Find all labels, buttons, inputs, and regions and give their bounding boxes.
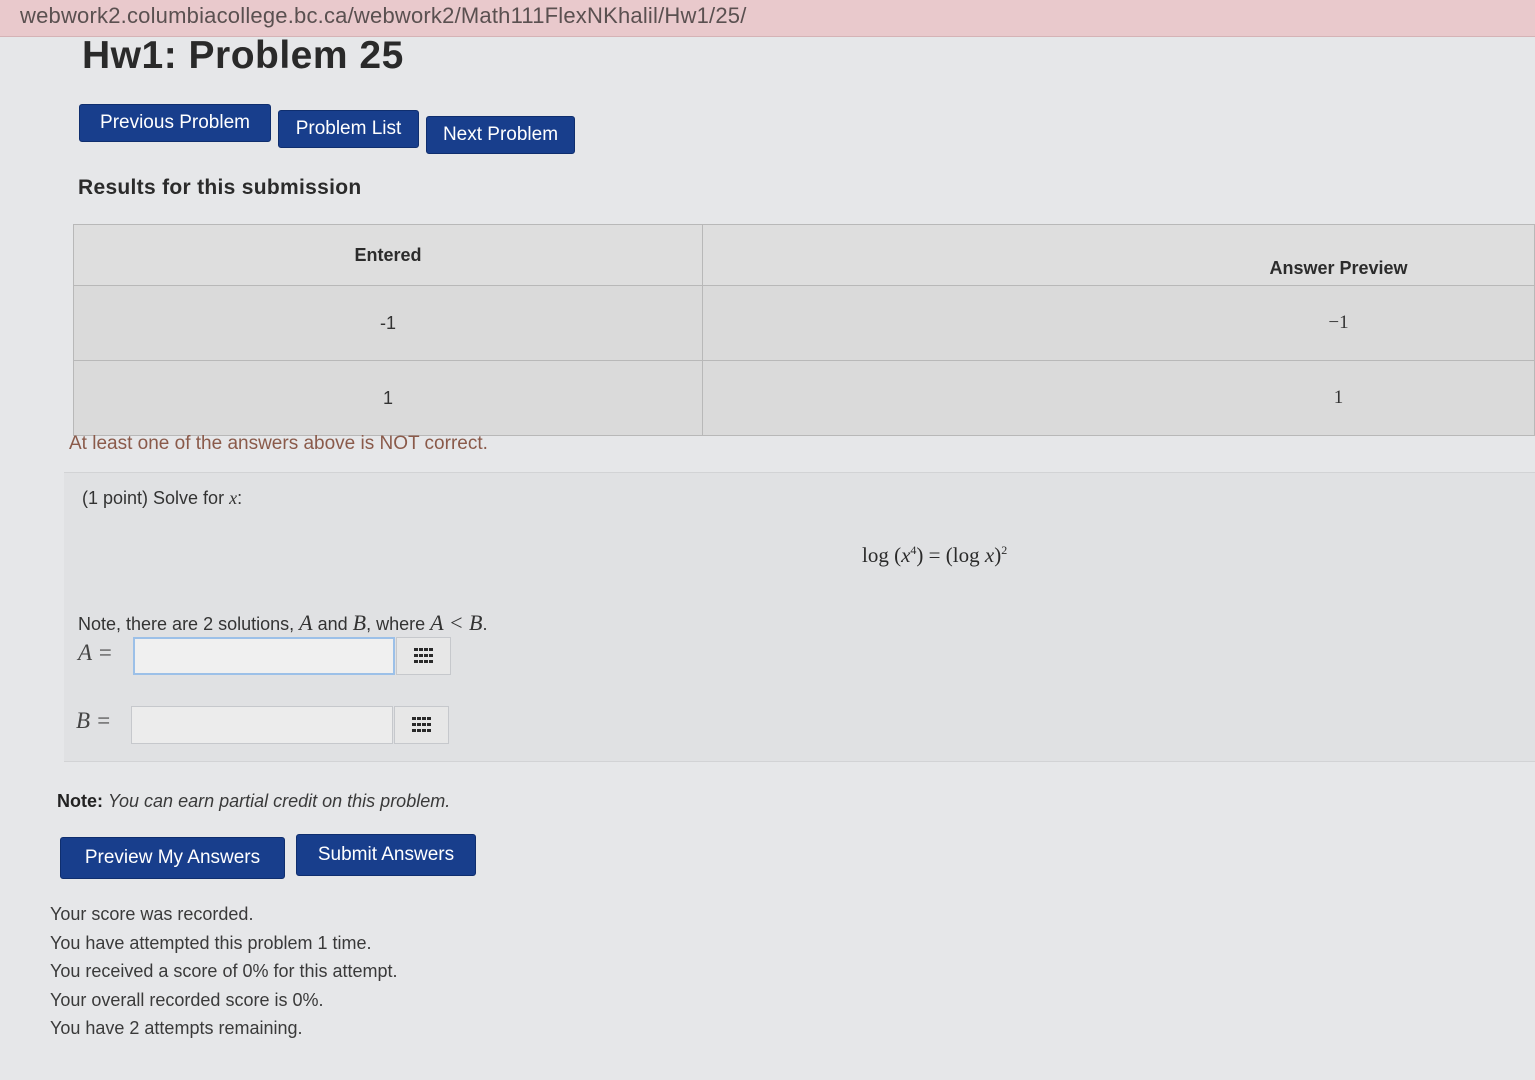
var-a: A	[299, 610, 313, 635]
and-text: and	[317, 614, 348, 634]
entered-cell: -1	[73, 285, 703, 361]
problem-intro-text: (1 point) Solve for	[82, 488, 225, 508]
problem-statement: (1 point) Solve for x:	[82, 488, 242, 509]
results-table: Entered Answer Preview -1 −1 1 1	[73, 224, 1535, 436]
preview-answers-button[interactable]: Preview My Answers	[60, 837, 285, 879]
lhs-exponent: 4	[910, 543, 917, 557]
problem-intro-suffix: :	[237, 488, 243, 508]
solutions-note: Note, there are 2 solutions, A and B, wh…	[78, 610, 488, 635]
rhs-exponent: 2	[1001, 543, 1008, 557]
answer-a-input[interactable]	[133, 637, 395, 675]
answer-a-label: A =	[78, 640, 113, 665]
grid-icon	[413, 648, 433, 663]
url-text[interactable]: webwork2.columbiacollege.bc.ca/webwork2/…	[20, 3, 747, 29]
rhs-arg: x	[984, 543, 995, 567]
preview-cell: −1	[702, 285, 1535, 361]
score-line: You received a score of 0% for this atte…	[50, 961, 398, 981]
result-feedback-message: At least one of the answers above is NOT…	[69, 433, 488, 454]
score-line: Your overall recorded score is 0%.	[50, 989, 324, 1010]
table-row: -1 −1	[73, 285, 1535, 361]
note-prefix: Note, there are 2 solutions,	[78, 614, 295, 634]
equation: log (x4) = (log x)2	[862, 543, 1008, 567]
partial-credit-note: Note: You can earn partial credit on thi…	[57, 791, 450, 812]
lhs-func: log	[862, 543, 889, 567]
rhs-func: log	[952, 543, 980, 567]
where-text: , where	[366, 614, 426, 634]
partial-credit-label: Note:	[57, 791, 103, 811]
entered-cell: 1	[73, 360, 703, 436]
partial-credit-text: You can earn partial credit on this prob…	[108, 791, 451, 811]
answer-b-label: B =	[76, 708, 112, 733]
table-row: 1 1	[73, 360, 1535, 436]
column-header-entered: Entered	[73, 224, 703, 286]
answer-b-input[interactable]	[131, 706, 393, 744]
problem-list-button[interactable]: Problem List	[278, 110, 419, 148]
relation: A < B	[430, 610, 483, 635]
grid-icon	[411, 717, 431, 732]
browser-address-bar[interactable]: webwork2.columbiacollege.bc.ca/webwork2/…	[0, 0, 1535, 37]
column-header-answer-preview: Answer Preview	[702, 224, 1535, 286]
results-header-row: Entered Answer Preview	[73, 224, 1535, 286]
variable-x: x	[229, 488, 238, 508]
results-heading: Results for this submission	[78, 176, 362, 199]
score-line: You have 2 attempts remaining.	[50, 1018, 303, 1038]
next-problem-button[interactable]: Next Problem	[426, 116, 575, 154]
equation-editor-button-a[interactable]	[396, 637, 451, 675]
page-title: Hw1: Problem 25	[82, 34, 404, 77]
equation-editor-button-b[interactable]	[394, 706, 449, 744]
score-line: You have attempted this problem 1 time.	[50, 932, 372, 953]
score-summary: Your score was recorded. You have attemp…	[50, 900, 398, 1043]
previous-problem-button[interactable]: Previous Problem	[79, 104, 271, 142]
score-line: Your score was recorded.	[50, 904, 254, 924]
submit-answers-button[interactable]: Submit Answers	[296, 834, 476, 876]
preview-cell: 1	[702, 360, 1535, 436]
var-b: B	[352, 610, 367, 635]
